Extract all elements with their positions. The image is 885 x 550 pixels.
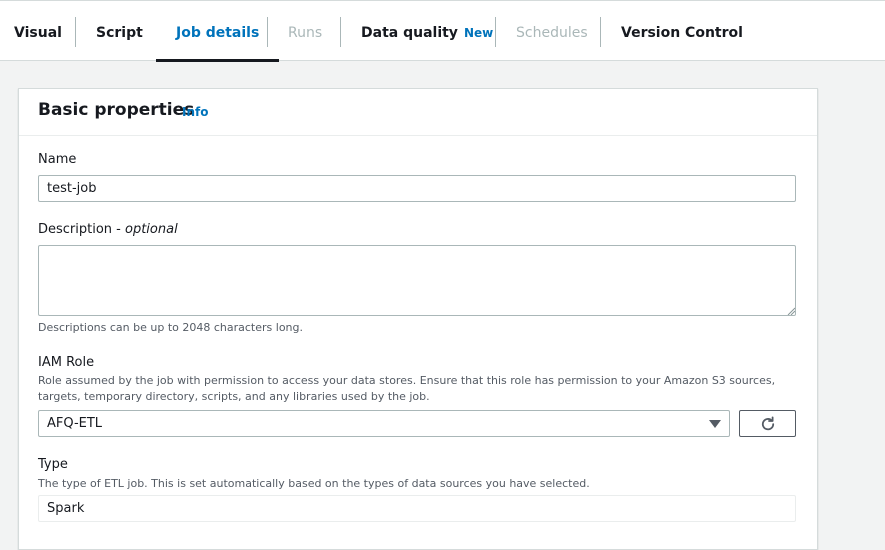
resize-handle-icon[interactable] bbox=[787, 307, 795, 315]
iam-role-selected-value: AFQ-ETL bbox=[47, 416, 103, 431]
description-label: Description - optional bbox=[38, 222, 178, 237]
iam-role-hint: Role assumed by the job with permission … bbox=[38, 374, 776, 403]
tab-data-quality[interactable]: Data quality New bbox=[361, 1, 493, 61]
name-label: Name bbox=[38, 152, 77, 167]
tab-visual[interactable]: Visual bbox=[14, 1, 62, 61]
optional-label: optional bbox=[125, 222, 178, 237]
tab-label: Visual bbox=[14, 25, 62, 41]
iam-role-select[interactable]: AFQ-ETL bbox=[38, 410, 730, 437]
tab-separator bbox=[340, 17, 341, 47]
description-label-text: Description - bbox=[38, 222, 125, 237]
tab-separator bbox=[267, 17, 268, 47]
tab-runs: Runs bbox=[288, 1, 322, 61]
tab-job-details[interactable]: Job details bbox=[156, 1, 280, 62]
refresh-button[interactable] bbox=[739, 410, 796, 437]
type-hint: The type of ETL job. This is set automat… bbox=[38, 477, 590, 490]
description-hint: Descriptions can be up to 2048 character… bbox=[38, 321, 303, 334]
panel-title: Basic properties bbox=[38, 100, 195, 120]
tab-bar: Visual Script Job details Runs Data qual… bbox=[0, 0, 885, 62]
tab-label: Job details bbox=[176, 25, 260, 41]
tab-label: Data quality bbox=[361, 25, 458, 41]
tab-script[interactable]: Script bbox=[96, 1, 143, 61]
tab-separator bbox=[600, 17, 601, 47]
tab-separator bbox=[495, 17, 496, 47]
caret-down-icon bbox=[709, 420, 721, 428]
tab-label: Version Control bbox=[621, 25, 743, 41]
description-textarea[interactable] bbox=[38, 245, 796, 316]
name-input[interactable] bbox=[38, 175, 796, 202]
type-value: Spark bbox=[47, 501, 85, 516]
tab-label: Schedules bbox=[516, 25, 588, 41]
refresh-icon bbox=[761, 416, 775, 431]
basic-properties-panel: Basic properties Info Name Description -… bbox=[18, 88, 818, 550]
tab-schedules: Schedules bbox=[516, 1, 588, 61]
tab-label: Runs bbox=[288, 25, 323, 41]
tab-separator bbox=[75, 17, 76, 47]
tab-version-control[interactable]: Version Control bbox=[621, 1, 743, 61]
new-badge: New bbox=[463, 26, 494, 40]
panel-header: Basic properties Info bbox=[19, 89, 817, 136]
iam-role-label: IAM Role bbox=[38, 355, 95, 370]
type-value-field: Spark bbox=[38, 495, 796, 522]
tab-label: Script bbox=[96, 25, 143, 41]
type-label: Type bbox=[38, 457, 68, 472]
info-link[interactable]: Info bbox=[182, 105, 208, 119]
